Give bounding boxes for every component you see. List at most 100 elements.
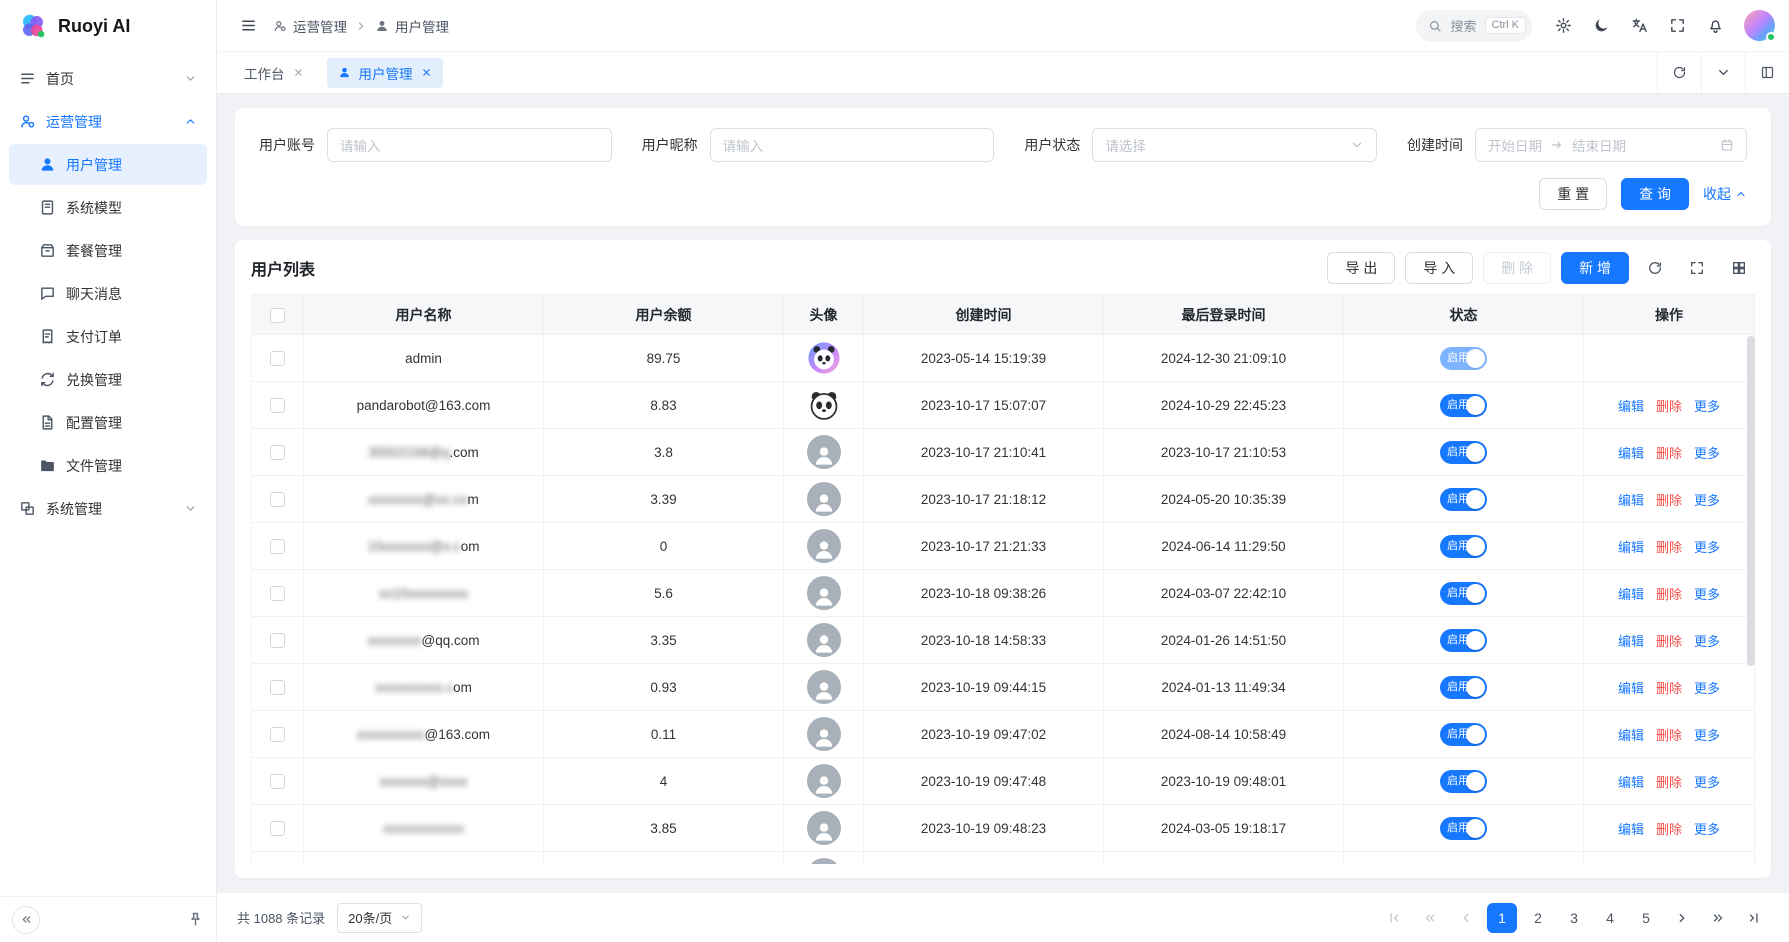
delete-link[interactable]: 删除 bbox=[1656, 681, 1682, 696]
more-link[interactable]: 更多 bbox=[1694, 634, 1720, 649]
language-button[interactable] bbox=[1622, 9, 1656, 43]
app-logo[interactable]: Ruoyi AI bbox=[0, 0, 216, 52]
more-link[interactable]: 更多 bbox=[1694, 540, 1720, 555]
row-checkbox[interactable] bbox=[270, 586, 285, 601]
delete-link[interactable]: 删除 bbox=[1656, 587, 1682, 602]
edit-link[interactable]: 编辑 bbox=[1618, 728, 1644, 743]
edit-link[interactable]: 编辑 bbox=[1618, 399, 1644, 414]
sidebar-item-user-management[interactable]: 用户管理 bbox=[9, 144, 207, 185]
close-icon[interactable] bbox=[293, 67, 304, 78]
status-toggle[interactable]: 启用 bbox=[1440, 488, 1487, 511]
delete-link[interactable]: 删除 bbox=[1656, 775, 1682, 790]
jump-forward-button[interactable] bbox=[1703, 903, 1733, 933]
more-link[interactable]: 更多 bbox=[1694, 587, 1720, 602]
row-checkbox[interactable] bbox=[270, 398, 285, 413]
jump-back-button[interactable] bbox=[1415, 903, 1445, 933]
add-button[interactable]: 新 增 bbox=[1561, 252, 1629, 284]
edit-link[interactable]: 编辑 bbox=[1618, 822, 1644, 837]
more-link[interactable]: 更多 bbox=[1694, 399, 1720, 414]
status-toggle[interactable]: 启用 bbox=[1440, 535, 1487, 558]
page-button[interactable]: 2 bbox=[1523, 903, 1553, 933]
more-link[interactable]: 更多 bbox=[1694, 446, 1720, 461]
collapse-sidebar-button[interactable] bbox=[12, 906, 40, 934]
status-toggle[interactable]: 启用 bbox=[1440, 817, 1487, 840]
page-size-select[interactable]: 20条/页 bbox=[337, 903, 422, 933]
edit-link[interactable]: 编辑 bbox=[1618, 775, 1644, 790]
more-link[interactable]: 更多 bbox=[1694, 493, 1720, 508]
breadcrumb-item-user-management[interactable]: 用户管理 bbox=[375, 16, 449, 36]
fullscreen-button[interactable] bbox=[1660, 9, 1694, 43]
sidebar-item-package-management[interactable]: 套餐管理 bbox=[9, 230, 207, 271]
reset-button[interactable]: 重 置 bbox=[1539, 178, 1607, 210]
status-toggle[interactable]: 启用 bbox=[1440, 864, 1487, 865]
sidebar-toggle-button[interactable] bbox=[231, 9, 265, 43]
delete-link[interactable]: 删除 bbox=[1656, 822, 1682, 837]
sidebar-item-system[interactable]: 系统管理 bbox=[9, 488, 207, 529]
page-button[interactable]: 1 bbox=[1487, 903, 1517, 933]
edit-link[interactable]: 编辑 bbox=[1618, 681, 1644, 696]
sidebar-item-home[interactable]: 首页 bbox=[9, 58, 207, 99]
refresh-tab-button[interactable] bbox=[1657, 52, 1701, 93]
status-toggle[interactable]: 启用 bbox=[1440, 394, 1487, 417]
row-checkbox[interactable] bbox=[270, 445, 285, 460]
sidebar-item-chat-messages[interactable]: 聊天消息 bbox=[9, 273, 207, 314]
edit-link[interactable]: 编辑 bbox=[1618, 540, 1644, 555]
status-toggle[interactable]: 启用 bbox=[1440, 676, 1487, 699]
status-toggle[interactable]: 启用 bbox=[1440, 723, 1487, 746]
more-link[interactable]: 更多 bbox=[1694, 681, 1720, 696]
notifications-button[interactable] bbox=[1698, 9, 1732, 43]
delete-link[interactable]: 删除 bbox=[1656, 728, 1682, 743]
refresh-table-button[interactable] bbox=[1639, 252, 1671, 284]
date-range-input[interactable]: 开始日期 结束日期 bbox=[1475, 128, 1747, 162]
breadcrumb-item-operations[interactable]: 运营管理 bbox=[273, 16, 347, 36]
last-page-button[interactable] bbox=[1739, 903, 1769, 933]
relayout-button[interactable] bbox=[1745, 52, 1789, 93]
status-select[interactable]: 请选择 bbox=[1092, 128, 1377, 162]
status-toggle[interactable]: 启用 bbox=[1440, 582, 1487, 605]
sidebar-item-file-management[interactable]: 文件管理 bbox=[9, 445, 207, 486]
status-toggle[interactable]: 启用 bbox=[1440, 347, 1487, 370]
first-page-button[interactable] bbox=[1379, 903, 1409, 933]
account-input[interactable]: 请输入 bbox=[327, 128, 612, 162]
row-checkbox[interactable] bbox=[270, 727, 285, 742]
tab-options-button[interactable] bbox=[1701, 52, 1745, 93]
edit-link[interactable]: 编辑 bbox=[1618, 634, 1644, 649]
status-toggle[interactable]: 启用 bbox=[1440, 441, 1487, 464]
edit-link[interactable]: 编辑 bbox=[1618, 446, 1644, 461]
delete-link[interactable]: 删除 bbox=[1656, 446, 1682, 461]
row-checkbox[interactable] bbox=[270, 680, 285, 695]
row-checkbox[interactable] bbox=[270, 633, 285, 648]
export-button[interactable]: 导 出 bbox=[1327, 252, 1395, 284]
page-button[interactable]: 5 bbox=[1631, 903, 1661, 933]
scrollbar-thumb[interactable] bbox=[1747, 336, 1755, 666]
sidebar-item-exchange-management[interactable]: 兑换管理 bbox=[9, 359, 207, 400]
pin-sidebar-button[interactable] bbox=[187, 911, 204, 928]
global-search[interactable]: 搜索 Ctrl K bbox=[1416, 10, 1532, 42]
import-button[interactable]: 导 入 bbox=[1405, 252, 1473, 284]
nickname-input[interactable]: 请输入 bbox=[710, 128, 995, 162]
sidebar-item-system-models[interactable]: 系统模型 bbox=[9, 187, 207, 228]
row-checkbox[interactable] bbox=[270, 821, 285, 836]
dark-mode-button[interactable] bbox=[1584, 9, 1618, 43]
sidebar-item-payment-orders[interactable]: 支付订单 bbox=[9, 316, 207, 357]
page-button[interactable]: 4 bbox=[1595, 903, 1625, 933]
sidebar-item-operations[interactable]: 运营管理 bbox=[9, 101, 207, 142]
column-settings-button[interactable] bbox=[1723, 252, 1755, 284]
select-all-checkbox[interactable] bbox=[270, 308, 285, 323]
edit-link[interactable]: 编辑 bbox=[1618, 587, 1644, 602]
delete-link[interactable]: 删除 bbox=[1656, 493, 1682, 508]
more-link[interactable]: 更多 bbox=[1694, 822, 1720, 837]
row-checkbox[interactable] bbox=[270, 351, 285, 366]
expand-table-button[interactable] bbox=[1681, 252, 1713, 284]
row-checkbox[interactable] bbox=[270, 774, 285, 789]
sidebar-item-config-management[interactable]: 配置管理 bbox=[9, 402, 207, 443]
delete-link[interactable]: 删除 bbox=[1656, 634, 1682, 649]
page-button[interactable]: 3 bbox=[1559, 903, 1589, 933]
row-checkbox[interactable] bbox=[270, 492, 285, 507]
edit-link[interactable]: 编辑 bbox=[1618, 493, 1644, 508]
delete-link[interactable]: 删除 bbox=[1656, 540, 1682, 555]
status-toggle[interactable]: 启用 bbox=[1440, 770, 1487, 793]
user-avatar[interactable] bbox=[1744, 10, 1775, 41]
more-link[interactable]: 更多 bbox=[1694, 775, 1720, 790]
status-toggle[interactable]: 启用 bbox=[1440, 629, 1487, 652]
